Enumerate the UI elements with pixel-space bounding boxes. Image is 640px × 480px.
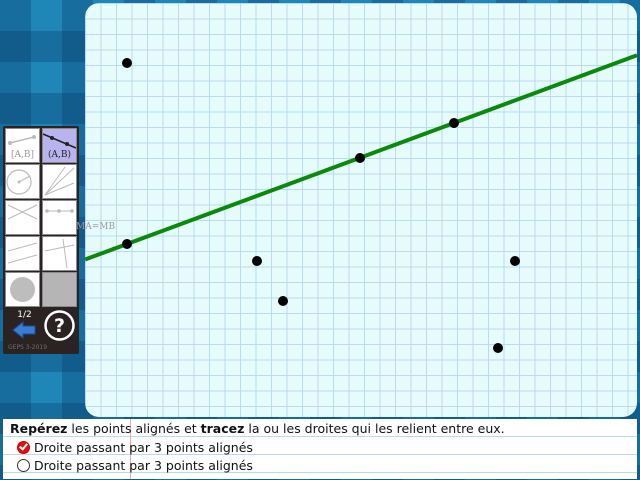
segment-tool-label: [A,B] (11, 150, 34, 160)
svg-text:?: ? (54, 315, 65, 337)
radio-checked-icon[interactable] (17, 441, 30, 454)
drawing-board[interactable] (85, 3, 637, 417)
point-P8[interactable] (493, 343, 503, 353)
point-P2[interactable] (355, 153, 365, 163)
option-2[interactable]: Droite passant par 3 points alignés (17, 458, 253, 473)
instruction-bold-1: Repérez (10, 421, 68, 436)
credit-text: GEPS 3-2019 (8, 344, 48, 351)
color-gray-square[interactable] (42, 272, 77, 307)
option-1-label: Droite passant par 3 points alignés (34, 440, 253, 455)
option-1[interactable]: Droite passant par 3 points alignés (17, 440, 253, 455)
ray-tool[interactable] (42, 164, 77, 199)
intersection-icon (7, 204, 38, 220)
line-tool-label: (A,B) (48, 150, 71, 160)
point-P6[interactable] (510, 256, 520, 266)
segment-tool[interactable]: [A,B] (5, 128, 40, 163)
point-P7[interactable] (278, 296, 288, 306)
parallel-icon (7, 242, 38, 264)
instruction-part-1: les points alignés et (67, 421, 201, 436)
instruction-part-2: la ou les droites qui les relient entre … (244, 421, 505, 436)
point-P1[interactable] (122, 58, 132, 68)
point-P4[interactable] (122, 239, 132, 249)
circle-tool[interactable] (5, 164, 40, 199)
midpoint-tool[interactable]: MA=MB (42, 200, 115, 235)
point-P3[interactable] (449, 118, 459, 128)
back-arrow-icon[interactable] (11, 320, 39, 340)
page-indicator: 1/2 (17, 310, 32, 320)
instructions-panel: Repérez les points alignés et tracez la … (3, 419, 637, 479)
ray-icon (44, 166, 75, 196)
intersection-tool[interactable]: ∩ (5, 200, 59, 235)
circle-icon (6, 169, 32, 195)
tool-palette: [A,B] (A,B) ∩ MA=MB (3, 126, 115, 354)
line-tool[interactable]: (A,B) (42, 128, 77, 163)
perpendicular-icon (44, 238, 75, 269)
perpendicular-tool[interactable] (42, 236, 77, 271)
midpoint-icon (45, 209, 74, 213)
option-2-label: Droite passant par 3 points alignés (34, 458, 253, 473)
color-gray-round[interactable] (5, 272, 40, 307)
geometry-canvas[interactable] (85, 3, 637, 417)
point-P5[interactable] (252, 256, 262, 266)
help-icon[interactable]: ? (43, 309, 76, 342)
instruction-text: Repérez les points alignés et tracez la … (10, 421, 505, 436)
radio-unchecked-icon[interactable] (17, 459, 30, 472)
instruction-bold-2: tracez (200, 421, 245, 436)
midpoint-tool-label: MA=MB (76, 222, 116, 232)
parallel-tool[interactable] (5, 236, 40, 271)
gray-circle-swatch (10, 277, 35, 302)
